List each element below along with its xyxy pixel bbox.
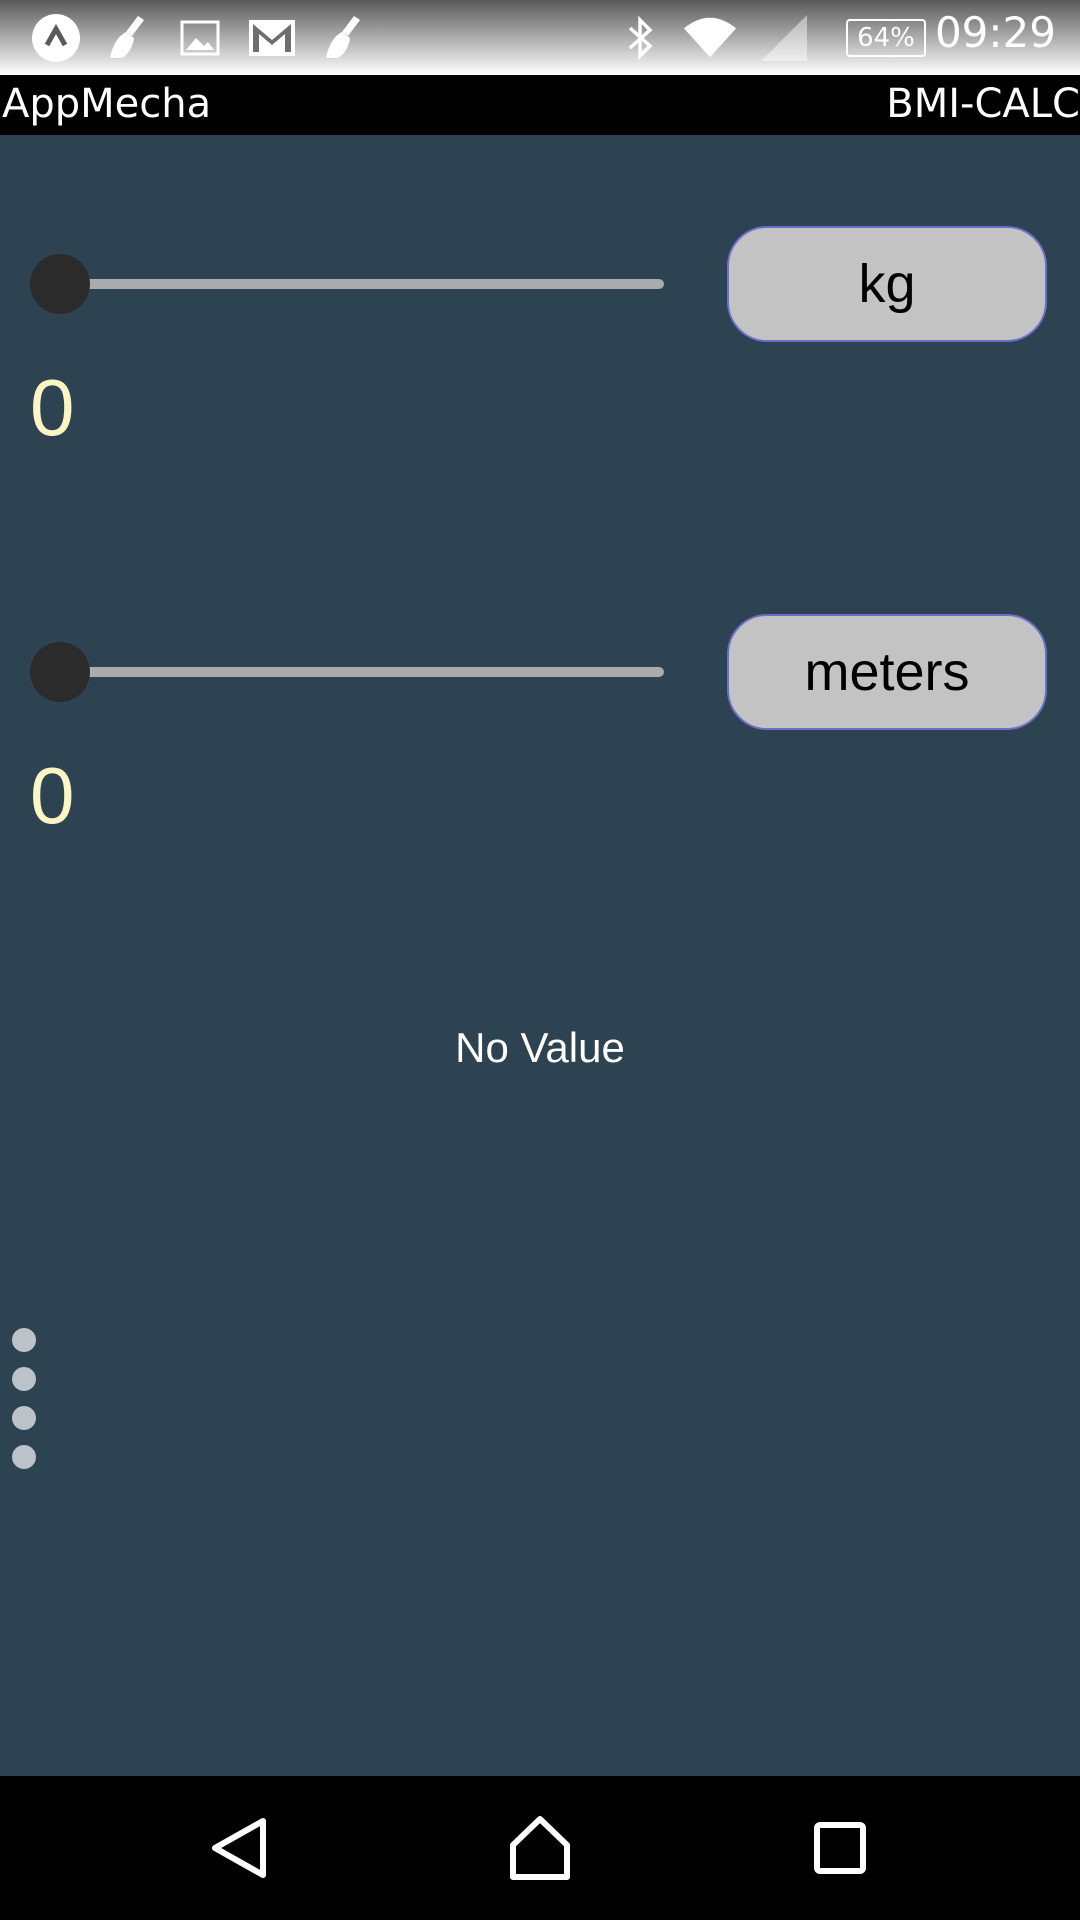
wifi-icon xyxy=(682,10,738,66)
clock: 09:29 xyxy=(934,8,1056,57)
weight-slider-track[interactable] xyxy=(60,279,664,289)
gmail-icon xyxy=(244,10,300,66)
height-slider-track[interactable] xyxy=(60,667,664,677)
side-dot xyxy=(12,1328,36,1352)
app-subtitle: BMI-CALC xyxy=(886,81,1080,127)
height-slider-thumb[interactable] xyxy=(30,642,90,702)
back-icon[interactable] xyxy=(190,1798,290,1898)
meters-button[interactable]: meters xyxy=(727,614,1047,730)
height-slider[interactable] xyxy=(30,642,670,702)
weight-slider[interactable] xyxy=(30,254,670,314)
cleaner-icon xyxy=(100,10,156,66)
side-dot xyxy=(12,1445,36,1469)
kg-button[interactable]: kg xyxy=(727,226,1047,342)
cleaner-icon xyxy=(316,10,372,66)
weight-slider-thumb[interactable] xyxy=(30,254,90,314)
status-bar: 64% 09:29 xyxy=(0,0,1080,75)
app-bar: AppMecha BMI-CALC xyxy=(0,75,1080,135)
height-value: 0 xyxy=(30,751,75,840)
bmi-result: No Value xyxy=(455,1024,625,1071)
navigation-bar xyxy=(0,1776,1080,1920)
battery-percent: 64% xyxy=(857,23,915,53)
bluetooth-icon xyxy=(612,10,668,66)
side-dot xyxy=(12,1406,36,1430)
side-menu-handle[interactable] xyxy=(12,1328,38,1484)
home-icon[interactable] xyxy=(490,1798,590,1898)
app-launcher-icon xyxy=(28,10,84,66)
image-icon xyxy=(172,10,228,66)
app-title: AppMecha xyxy=(2,81,212,127)
weight-value: 0 xyxy=(30,363,75,452)
side-dot xyxy=(12,1367,36,1391)
recents-icon[interactable] xyxy=(790,1798,890,1898)
signal-icon xyxy=(756,10,812,66)
battery-icon: 64% xyxy=(844,10,928,66)
